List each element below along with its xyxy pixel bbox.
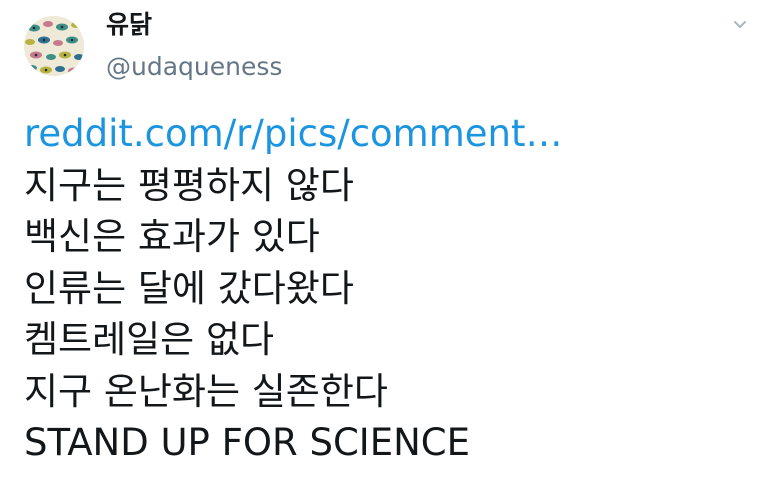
- avatar[interactable]: [24, 16, 84, 76]
- display-name[interactable]: 유닭: [106, 8, 152, 42]
- user-handle[interactable]: @udaqueness: [106, 50, 282, 84]
- tweet-link[interactable]: reddit.com/r/pics/comment…: [24, 112, 563, 155]
- chevron-down-icon[interactable]: [727, 14, 753, 36]
- avatar-pattern-icon: [24, 16, 84, 76]
- tweet-card: 유닭 @udaqueness reddit.com/r/pics/comment…: [0, 0, 768, 481]
- tweet-line: 켐트레일은 없다: [24, 318, 275, 361]
- tweet-line: 지구는 평평하지 않다: [24, 163, 354, 207]
- tweet-line: 인류는 달에 갔다왔다: [24, 266, 354, 310]
- tweet-text: reddit.com/r/pics/comment… 지구는 평평하지 않다 백…: [24, 108, 754, 469]
- tweet-line: 지구 온난화는 실존한다: [24, 369, 388, 413]
- tweet-line: 백신은 효과가 있다: [24, 215, 320, 258]
- tweet-line: STAND UP FOR SCIENCE: [24, 421, 470, 464]
